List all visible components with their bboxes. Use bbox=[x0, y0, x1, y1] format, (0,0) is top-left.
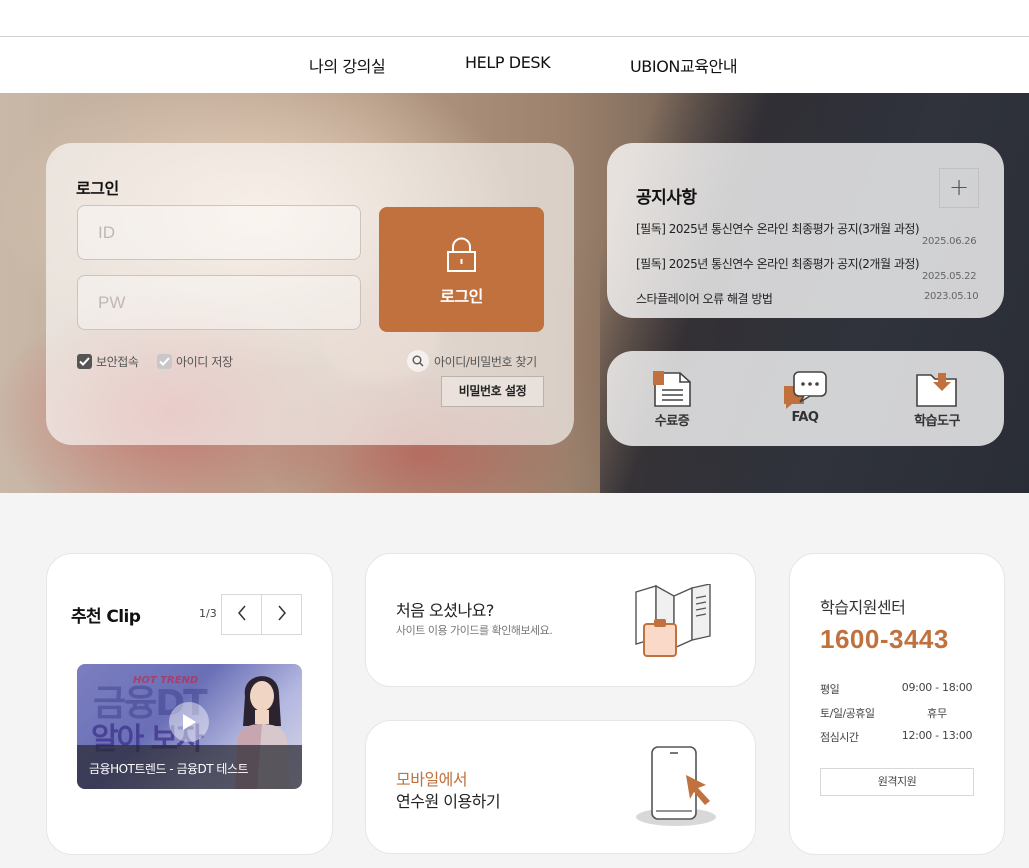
save-id-label: 아이디 저장 bbox=[176, 355, 233, 369]
mobile-text: 연수원 이용하기 bbox=[396, 792, 501, 811]
clip-thumbnail[interactable]: 금융DT HOT TREND 알아 보자 금융HOT트렌드 - 금융DT 테스트 bbox=[77, 664, 302, 789]
notice-item[interactable]: 스타플레이어 오류 해결 방법 bbox=[636, 290, 773, 307]
notice-date: 2023.05.10 bbox=[924, 291, 979, 302]
notice-date: 2025.05.22 bbox=[922, 271, 977, 282]
main-nav: 나의 강의실 HELP DESK UBION교육안내 bbox=[0, 37, 1029, 93]
top-bar bbox=[0, 0, 1029, 37]
guide-title: 처음 오셨나요? bbox=[396, 601, 494, 620]
nav-item-education-info[interactable]: UBION교육안내 bbox=[630, 53, 738, 77]
notice-item[interactable]: [필독] 2025년 통신연수 온라인 최종평가 공지(2개월 과정) bbox=[636, 255, 920, 272]
search-icon bbox=[407, 350, 429, 372]
clip-title: 추천 Clip bbox=[71, 607, 141, 627]
mobile-phone-icon bbox=[634, 745, 718, 833]
nav-item-my-classroom[interactable]: 나의 강의실 bbox=[309, 53, 386, 77]
login-button[interactable]: 로그인 bbox=[379, 207, 544, 332]
find-account-link[interactable]: 아이디/비밀번호 찾기 bbox=[407, 350, 537, 372]
notice-item[interactable]: [필독] 2025년 통신연수 온라인 최종평가 공지(3개월 과정) bbox=[636, 220, 920, 237]
notice-more-button[interactable]: + bbox=[939, 168, 979, 208]
clip-counter: 1/3 bbox=[199, 607, 217, 620]
clip-prev-button[interactable] bbox=[221, 594, 262, 635]
notice-title: 공지사항 bbox=[636, 188, 697, 208]
quick-link-label: 수료증 bbox=[654, 414, 690, 429]
login-title: 로그인 bbox=[76, 179, 119, 198]
chevron-left-icon bbox=[237, 605, 247, 625]
guide-subtitle: 사이트 이용 가이드를 확인해보세요. bbox=[396, 624, 553, 637]
clip-next-button[interactable] bbox=[261, 594, 302, 635]
hours-label: 토/일/공휴일 bbox=[820, 707, 875, 720]
checkbox-unchecked-icon bbox=[157, 354, 172, 369]
password-input[interactable] bbox=[77, 275, 361, 330]
hours-label: 평일 bbox=[820, 683, 840, 696]
secure-login-label: 보안접속 bbox=[96, 355, 139, 369]
support-phone: 1600-3443 bbox=[820, 624, 949, 654]
guide-book-icon bbox=[634, 583, 714, 662]
nav-item-help-desk[interactable]: HELP DESK bbox=[465, 53, 551, 72]
support-title: 학습지원센터 bbox=[820, 598, 906, 617]
remote-support-button[interactable]: 원격지원 bbox=[820, 768, 974, 796]
id-input[interactable] bbox=[77, 205, 361, 260]
quick-link-label: 학습도구 bbox=[914, 414, 960, 429]
chevron-right-icon bbox=[277, 605, 287, 625]
folder-download-icon bbox=[915, 372, 959, 412]
secure-login-checkbox[interactable]: 보안접속 bbox=[77, 353, 139, 370]
thumbnail-hot-label: HOT TREND bbox=[133, 675, 199, 686]
mobile-accent-text: 모바일에서 bbox=[396, 770, 468, 789]
certificate-icon bbox=[652, 370, 692, 412]
chat-bubbles-icon bbox=[782, 370, 828, 414]
hours-value: 휴무 bbox=[927, 707, 947, 720]
quick-link-label: FAQ bbox=[791, 410, 819, 425]
hours-value: 09:00 - 18:00 bbox=[901, 681, 973, 694]
hours-label: 점심시간 bbox=[820, 731, 859, 744]
checkbox-checked-icon bbox=[77, 354, 92, 369]
notice-date: 2025.06.26 bbox=[922, 236, 977, 247]
lock-icon bbox=[446, 237, 477, 277]
login-button-label: 로그인 bbox=[440, 287, 483, 306]
save-id-checkbox[interactable]: 아이디 저장 bbox=[157, 353, 233, 370]
clip-caption: 금융HOT트렌드 - 금융DT 테스트 bbox=[77, 745, 302, 789]
play-icon[interactable] bbox=[169, 702, 209, 742]
hours-value: 12:00 - 13:00 bbox=[901, 729, 973, 742]
find-account-label: 아이디/비밀번호 찾기 bbox=[434, 354, 537, 369]
password-setup-button[interactable]: 비밀번호 설정 bbox=[441, 376, 544, 407]
